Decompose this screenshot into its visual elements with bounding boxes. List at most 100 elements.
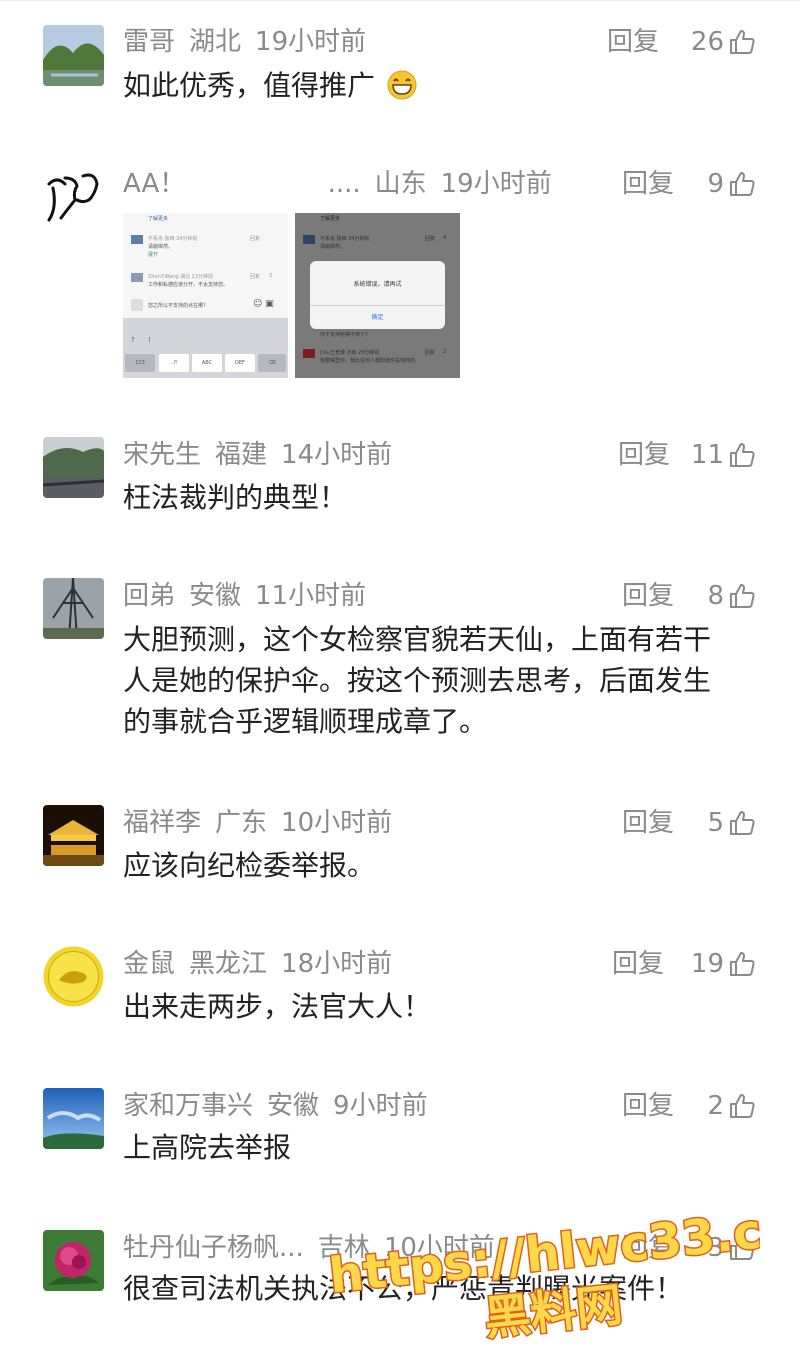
region: 黑龙江 <box>189 949 268 979</box>
avatar[interactable] <box>43 1230 104 1291</box>
attached-screenshot[interactable]: 了解更多 不系舟 陕西 34分钟前 回复 4 请貌岸然。 系统错误，请再试 确定… <box>295 213 460 378</box>
screenshot-text: 回复 <box>250 236 261 242</box>
like-count: 8 <box>707 581 724 611</box>
like-count: 26 <box>690 27 724 57</box>
screenshot-text: 回复 <box>425 236 436 242</box>
comment-text: 应该向纪检委举报。 <box>123 849 376 882</box>
username[interactable]: AA！ <box>123 169 185 199</box>
grinning-emoji-icon <box>387 70 417 100</box>
screenshot-text: .,?! <box>159 354 189 372</box>
screenshot-header: 了解更多 <box>320 216 341 222</box>
comment-text: 大胆预测，这个女检察官貌若天仙，上面有若干 人是她的保护伞。按这个预测去思考，后… <box>123 619 743 742</box>
avatar[interactable] <box>43 805 104 866</box>
screenshot-text: 回复 <box>425 350 436 356</box>
screenshot-text: 工作和私德应该分开，不太支持您。 <box>148 282 229 288</box>
reply-button[interactable]: 回复 <box>622 805 674 841</box>
timestamp: 19小时前 <box>255 27 367 57</box>
like-button[interactable]: 8 <box>707 578 756 614</box>
comment-text: 出来走两步，法官大人！ <box>123 990 432 1023</box>
reply-button[interactable]: 回复 <box>618 437 670 473</box>
comment-meta: AA！ .... 山东 19小时前 <box>123 166 566 202</box>
reply-button[interactable]: 回复 <box>612 946 664 982</box>
comment-meta: 福祥李 广东 10小时前 <box>123 805 406 841</box>
username[interactable]: 回弟 <box>123 581 175 611</box>
like-count: 11 <box>690 440 724 470</box>
like-button[interactable]: 19 <box>691 946 756 982</box>
thumb-up-icon <box>730 811 755 835</box>
comment-text: 上高院去举报 <box>123 1131 292 1164</box>
thumb-up-icon <box>730 952 755 976</box>
timestamp: 18小时前 <box>281 949 393 979</box>
screenshot-header: 了解更多 <box>148 216 169 222</box>
comment-text-line: 人是她的保护伞。按这个预测去思考，后面发生 <box>123 664 712 697</box>
reply-button[interactable]: 回复 <box>607 24 659 60</box>
reply-button[interactable]: 回复 <box>622 578 674 614</box>
timestamp: 9小时前 <box>333 1091 428 1121</box>
username[interactable]: 福祥李 <box>123 808 201 838</box>
comment-text: 枉法裁判的典型！ <box>123 481 348 514</box>
avatar[interactable] <box>43 946 104 1007</box>
timestamp: 10小时前 <box>281 808 393 838</box>
region: 安徽 <box>189 581 242 611</box>
timestamp: 10小时前 <box>383 1233 495 1263</box>
comment-meta: 家和万事兴 安徽 9小时前 <box>123 1088 442 1124</box>
comment-text-line: 的事就合乎逻辑顺理成章了。 <box>123 705 488 738</box>
thumb-up-icon <box>730 172 755 196</box>
region: 广东 <box>215 808 268 838</box>
comment-meta: 回弟 安徽 11小时前 <box>123 578 380 614</box>
screenshot-text: ABC <box>192 354 222 372</box>
screenshot-text: 123 <box>125 354 155 372</box>
region: 福建 <box>215 440 268 470</box>
screenshot-text: 4 <box>443 235 447 241</box>
avatar[interactable] <box>43 166 104 227</box>
dialog-ok-button[interactable]: 确定 <box>310 312 445 321</box>
like-button[interactable]: 3 <box>707 1230 756 1266</box>
screenshot-text: ! <box>148 336 151 344</box>
comment-meta: 金鼠 黑龙江 18小时前 <box>123 946 406 982</box>
avatar[interactable] <box>43 25 104 86</box>
screenshot-text: 我要嘴里你，我比任何人都知道你是啥样的 <box>320 358 416 364</box>
username[interactable]: 宋先生 <box>123 440 201 470</box>
thumb-up-icon <box>730 584 755 608</box>
reply-button[interactable]: 回复 <box>622 1230 674 1266</box>
screenshot-text: 3 <box>269 273 273 279</box>
like-button[interactable]: 26 <box>691 24 756 60</box>
like-button[interactable]: 11 <box>691 437 756 473</box>
username[interactable]: 牡丹仙子杨帆... <box>123 1233 304 1263</box>
attached-screenshot[interactable]: 了解更多 不系舟 陕西 34分钟前 回复 请貌岸然。 展开 ZhenY.Wang… <box>123 213 288 378</box>
screenshot-text: DEF <box>225 354 255 372</box>
comment-meta: 雷哥 湖北 19小时前 <box>123 24 380 60</box>
screenshot-text: Chu王宽博 济南 20分钟前 <box>320 350 380 356</box>
ellipsis: .... <box>327 169 361 199</box>
avatar[interactable] <box>43 437 104 498</box>
like-button[interactable]: 9 <box>707 166 756 202</box>
thumb-up-icon <box>730 30 755 54</box>
avatar[interactable] <box>43 578 104 639</box>
timestamp: 19小时前 <box>440 169 552 199</box>
comment-text-line: 大胆预测，这个女检察官貌若天仙，上面有若干 <box>123 623 712 656</box>
reply-button[interactable]: 回复 <box>622 1088 674 1124</box>
like-button[interactable]: 2 <box>707 1088 756 1124</box>
reply-button[interactable]: 回复 <box>622 166 674 202</box>
error-dialog: 系统错误，请再试 确定 <box>310 261 445 329</box>
region: 吉林 <box>317 1233 370 1263</box>
screenshot-text: 2 <box>443 349 447 355</box>
username[interactable]: 家和万事兴 <box>123 1091 253 1121</box>
screenshot-text: 您之所以不支持的点在哪? <box>148 303 206 309</box>
screenshot-text: 展开 <box>148 252 159 258</box>
username[interactable]: 金鼠 <box>123 949 175 979</box>
screenshot-text: ? <box>131 336 135 344</box>
like-count: 2 <box>707 1091 724 1121</box>
thumb-up-icon <box>730 443 755 467</box>
comment-meta: 牡丹仙子杨帆... 吉林 10小时前 <box>123 1230 509 1266</box>
comment-meta: 宋先生 福建 14小时前 <box>123 437 406 473</box>
timestamp: 14小时前 <box>281 440 393 470</box>
username[interactable]: 雷哥 <box>123 27 175 57</box>
like-button[interactable]: 5 <box>707 805 756 841</box>
thumb-up-icon <box>730 1094 755 1118</box>
region: 湖北 <box>189 27 242 57</box>
like-count: 5 <box>707 808 724 838</box>
avatar[interactable] <box>43 1088 104 1149</box>
top-divider <box>0 0 800 1</box>
screenshot-text: 你不支持她哪不牌了? <box>320 332 368 338</box>
